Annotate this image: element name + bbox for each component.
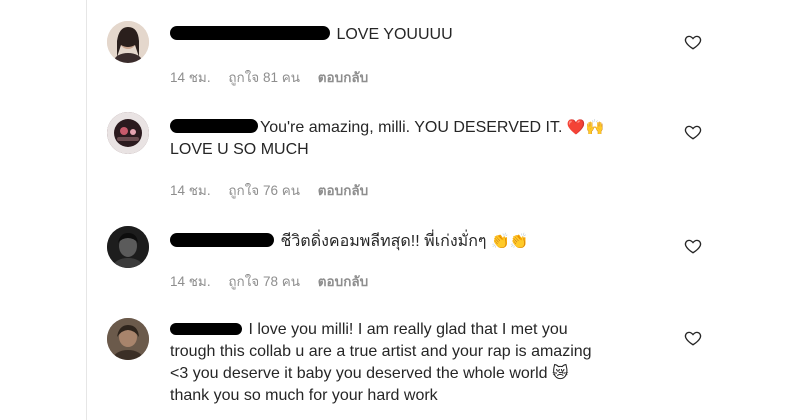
heart-outline-icon[interactable] — [684, 237, 702, 255]
like-count[interactable]: ถูกใจ 78 คน — [228, 274, 300, 289]
comment-text: I love you milli! I am really glad that … — [248, 321, 568, 338]
comment-emoji: ❤️🙌 — [566, 118, 605, 136]
heart-outline-icon[interactable] — [684, 123, 702, 141]
comment-meta: 14 ชม. ถูกใจ 78 คน ตอบกลับ — [170, 270, 382, 292]
comment-time: 14 ชม. — [170, 274, 211, 289]
comment-text-line2: trough this collab u are a true artist a… — [170, 343, 592, 360]
heart-outline-icon[interactable] — [684, 33, 702, 51]
comment-text: You're amazing, milli. YOU DESERVED IT. — [260, 119, 563, 136]
avatar-image — [107, 112, 149, 154]
comment-meta: 14 ชม. ถูกใจ 76 คน ตอบกลับ — [170, 179, 382, 201]
comment-time: 14 ชม. — [170, 183, 211, 198]
comment-text-line2: LOVE U SO MUCH — [170, 141, 309, 158]
avatar[interactable] — [107, 112, 149, 154]
comment-text-line4: thank you so much for your hard work — [170, 387, 438, 404]
reply-button[interactable]: ตอบกลับ — [318, 70, 368, 85]
redacted-username — [170, 233, 274, 247]
avatar-image — [107, 318, 149, 360]
avatar-image — [107, 226, 149, 268]
comments-panel: LOVE YOUUUU 14 ชม. ถูกใจ 81 คน ตอบกลับ Y… — [0, 0, 800, 420]
comment-body: I love you milli! I am really glad that … — [170, 319, 670, 407]
avatar-image — [107, 21, 149, 63]
comment-text: LOVE YOUUUU — [336, 26, 453, 43]
comment-body: You're amazing, milli. YOU DESERVED IT. … — [170, 116, 670, 161]
avatar[interactable] — [107, 21, 149, 63]
heart-outline-icon[interactable] — [684, 329, 702, 347]
comment-body: LOVE YOUUUU — [170, 24, 670, 46]
like-count[interactable]: ถูกใจ 76 คน — [228, 183, 300, 198]
redacted-username — [170, 119, 258, 133]
comment-emoji: 👏👏 — [490, 232, 529, 250]
reply-button[interactable]: ตอบกลับ — [318, 183, 368, 198]
comment-body: ชีวิตดิ่งคอมพลีทสุด!! พี่เก่งมั่กๆ 👏👏 — [170, 230, 670, 253]
avatar[interactable] — [107, 318, 149, 360]
panel-divider — [86, 0, 87, 420]
like-count[interactable]: ถูกใจ 81 คน — [228, 70, 300, 85]
comment-meta: 14 ชม. ถูกใจ 81 คน ตอบกลับ — [170, 66, 382, 88]
comment-time: 14 ชม. — [170, 70, 211, 85]
avatar[interactable] — [107, 226, 149, 268]
comment-text-line3: <3 you deserve it baby you deserved the … — [170, 365, 569, 382]
reply-button[interactable]: ตอบกลับ — [318, 274, 368, 289]
comment-text: ชีวิตดิ่งคอมพลีทสุด!! พี่เก่งมั่กๆ — [280, 233, 487, 250]
redacted-username — [170, 323, 242, 335]
redacted-username — [170, 26, 330, 40]
